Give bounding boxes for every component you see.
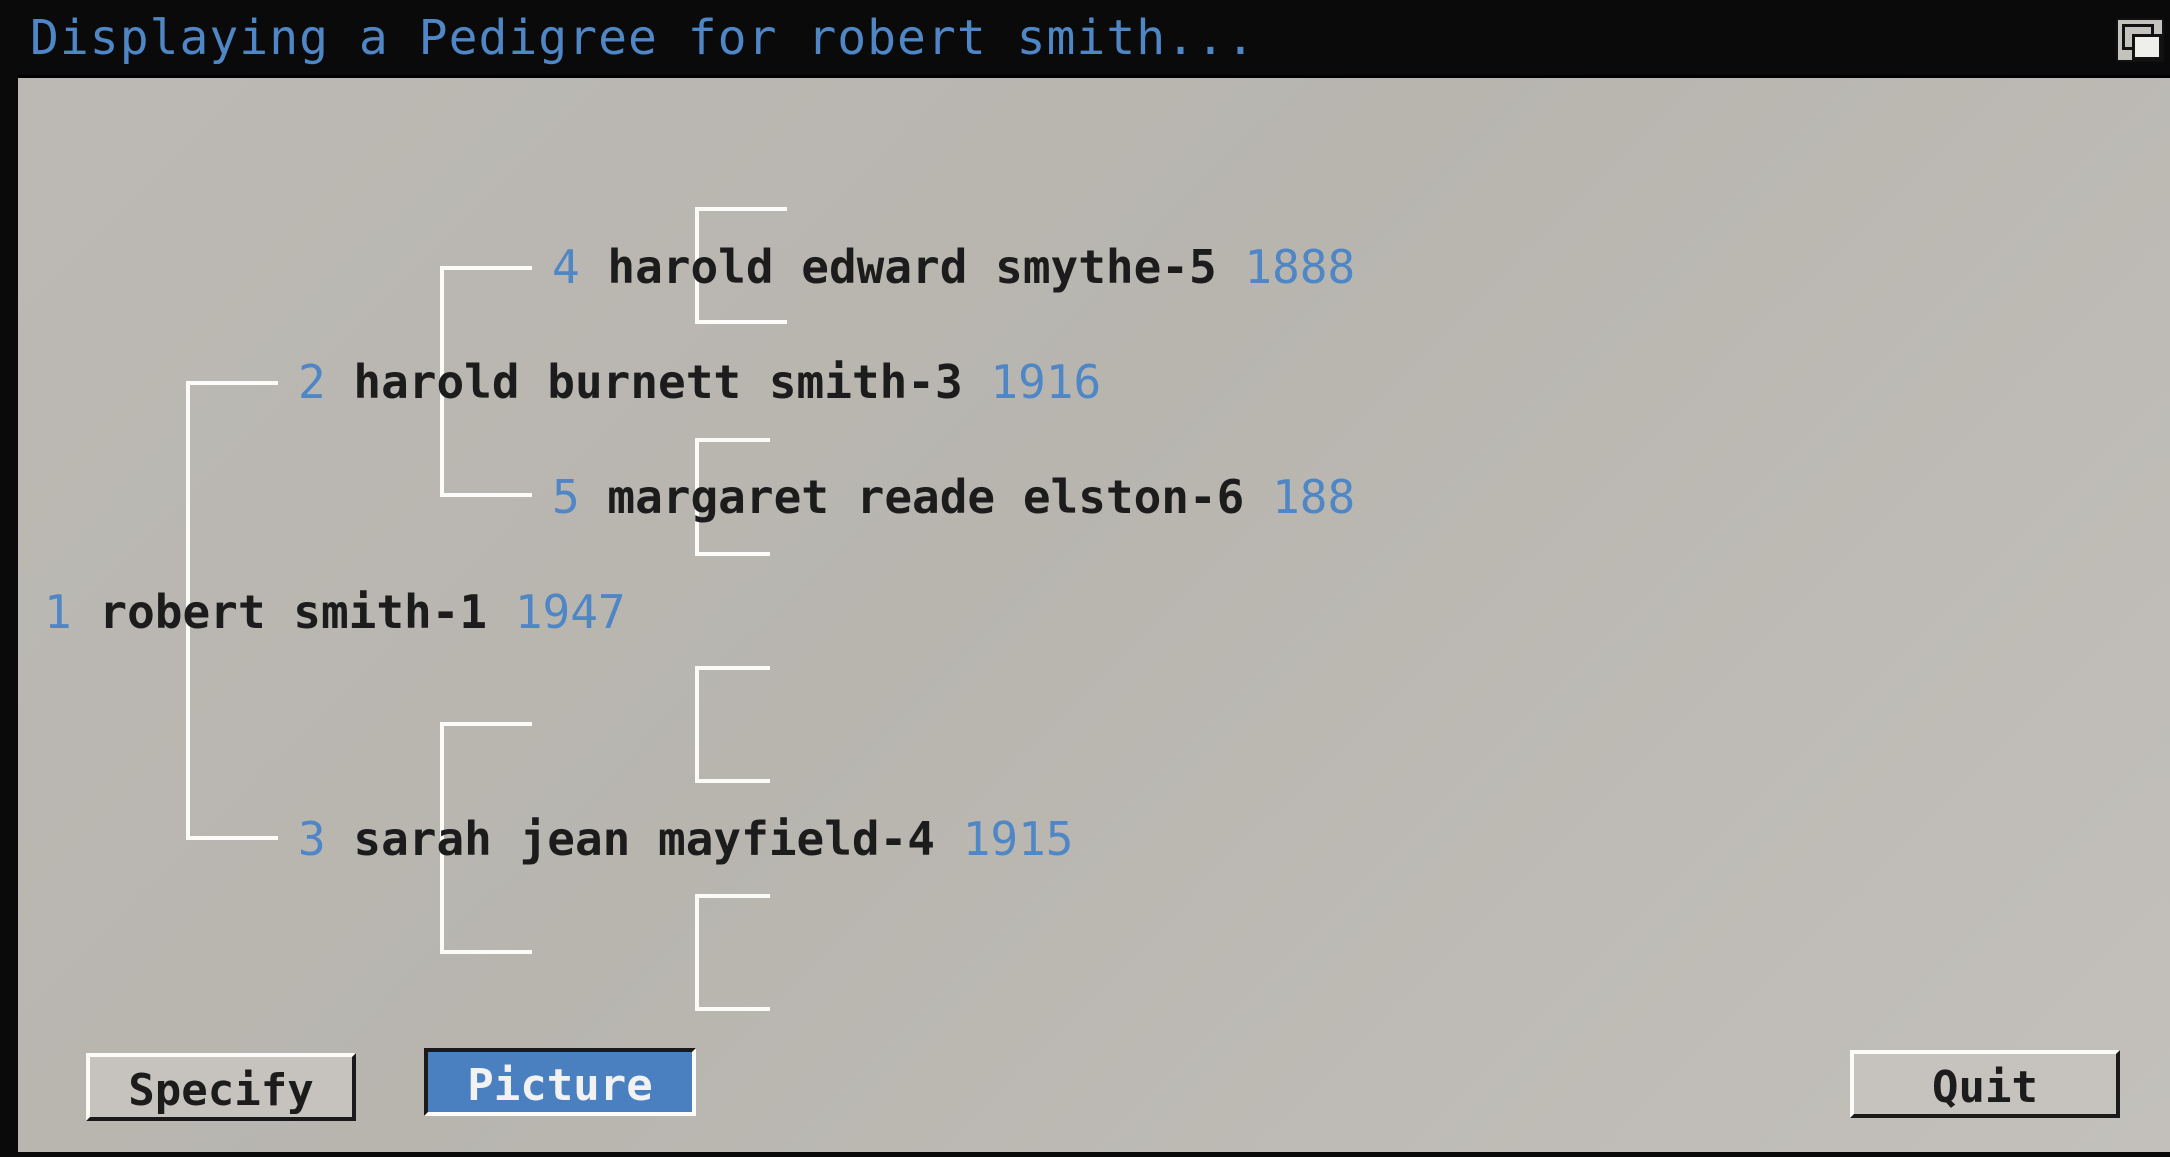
pedigree-entry-2[interactable]: 2 harold burnett smith-3 1916 <box>298 357 1101 407</box>
connector-line <box>440 266 532 270</box>
connector-line <box>186 836 278 840</box>
entry-number: 3 <box>298 812 326 866</box>
connector-line <box>695 779 770 783</box>
entry-number: 5 <box>552 470 580 524</box>
connector-line <box>695 666 699 783</box>
entry-name: robert smith-1 <box>99 585 488 639</box>
connector-line <box>695 894 699 1011</box>
entry-year: 188 <box>1272 470 1356 524</box>
entry-year: 1916 <box>990 355 1102 409</box>
entry-year: 1888 <box>1244 240 1356 294</box>
picture-button[interactable]: Picture <box>424 1048 696 1116</box>
entry-name: harold burnett smith-3 <box>353 355 963 409</box>
connector-line <box>695 207 787 211</box>
connector-line <box>695 320 787 324</box>
quit-button[interactable]: Quit <box>1850 1050 2120 1118</box>
connector-line <box>695 894 770 898</box>
title-bar[interactable]: Displaying a Pedigree for robert smith..… <box>0 0 2170 75</box>
connector-line <box>440 493 532 497</box>
connector-line <box>695 666 770 670</box>
entry-number: 4 <box>552 240 580 294</box>
window-border-left <box>0 75 18 1157</box>
connector-line <box>440 950 532 954</box>
entry-name: harold edward smythe-5 <box>607 240 1217 294</box>
entry-name: margaret reade elston-6 <box>607 470 1245 524</box>
entry-year: 1947 <box>514 585 626 639</box>
specify-button[interactable]: Specify <box>86 1053 356 1121</box>
pedigree-entry-4[interactable]: 4 harold edward smythe-5 1888 <box>552 242 1355 292</box>
pedigree-window: Displaying a Pedigree for robert smith..… <box>0 0 2170 1157</box>
connector-line <box>440 722 532 726</box>
pedigree-entry-1[interactable]: 1 robert smith-1 1947 <box>44 587 626 637</box>
entry-number: 1 <box>44 585 72 639</box>
pedigree-entry-3[interactable]: 3 sarah jean mayfield-4 1915 <box>298 814 1073 864</box>
connector-line <box>695 438 770 442</box>
connector-line <box>186 381 278 385</box>
connector-line <box>695 1007 770 1011</box>
entry-number: 2 <box>298 355 326 409</box>
entry-year: 1915 <box>962 812 1074 866</box>
window-title: Displaying a Pedigree for robert smith..… <box>30 10 1256 66</box>
window-border-bottom <box>0 1152 2170 1157</box>
connector-line <box>695 552 770 556</box>
pedigree-entry-5[interactable]: 5 margaret reade elston-6 188 <box>552 472 1355 522</box>
depth-front-icon <box>2132 34 2162 60</box>
window-depth-icon[interactable] <box>2116 18 2164 62</box>
entry-name: sarah jean mayfield-4 <box>353 812 935 866</box>
